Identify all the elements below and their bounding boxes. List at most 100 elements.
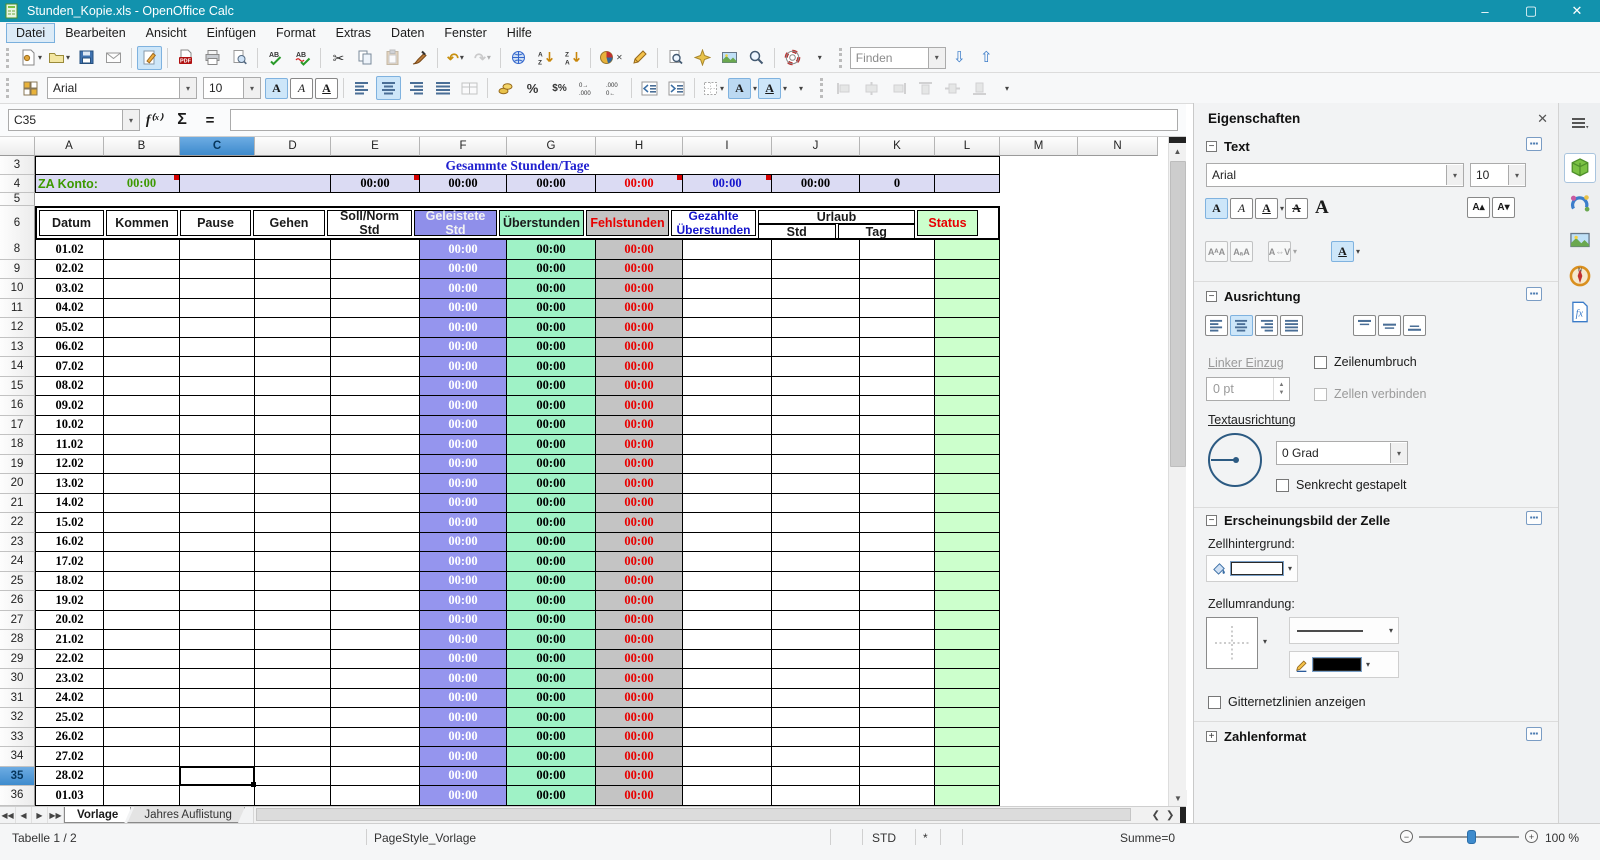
cell-A17[interactable]: 10.02 bbox=[35, 416, 104, 436]
header-gehen[interactable]: Gehen bbox=[253, 210, 325, 236]
toolbar-grip2[interactable] bbox=[6, 78, 13, 98]
cell-I11[interactable] bbox=[683, 299, 772, 319]
column-header-K[interactable]: K bbox=[860, 137, 935, 156]
horizontal-scroll-thumb[interactable] bbox=[256, 808, 1131, 821]
cell-I12[interactable] bbox=[683, 318, 772, 338]
cell-K19[interactable] bbox=[860, 455, 935, 475]
cell-L9[interactable] bbox=[935, 260, 1000, 280]
cell-D11[interactable] bbox=[255, 299, 331, 319]
menu-ansicht[interactable]: Ansicht bbox=[136, 23, 197, 43]
cell-I20[interactable] bbox=[683, 474, 772, 494]
cell-D20[interactable] bbox=[255, 474, 331, 494]
cell-I27[interactable] bbox=[683, 611, 772, 631]
function-wizard-button[interactable]: f⁽ˣ⁾ bbox=[141, 109, 167, 131]
row-header-30[interactable]: 30 bbox=[0, 669, 35, 689]
row-header-27[interactable]: 27 bbox=[0, 611, 35, 631]
cell-H21[interactable]: 00:00 bbox=[596, 494, 683, 514]
sidebar-align-left-button[interactable] bbox=[1205, 315, 1228, 336]
navigator-button[interactable] bbox=[690, 46, 715, 70]
alignment-dialog-launcher-icon[interactable]: ▪▪▪ bbox=[1526, 287, 1542, 301]
cell-B22[interactable] bbox=[104, 513, 180, 533]
cell-L16[interactable] bbox=[935, 396, 1000, 416]
cell-F30[interactable]: 00:00 bbox=[420, 669, 507, 689]
cell-H22[interactable]: 00:00 bbox=[596, 513, 683, 533]
row-header-35[interactable]: 35 bbox=[0, 767, 35, 787]
row-header-24[interactable]: 24 bbox=[0, 552, 35, 572]
auto-spellcheck-button[interactable]: AB bbox=[290, 46, 315, 70]
cell-A24[interactable]: 17.02 bbox=[35, 552, 104, 572]
cell-C24[interactable] bbox=[180, 552, 255, 572]
cell-K8[interactable] bbox=[860, 240, 935, 260]
border-line-style-button[interactable]: ▾ bbox=[1289, 617, 1399, 644]
cell-K18[interactable] bbox=[860, 435, 935, 455]
page-style-label[interactable]: PageStyle_Vorlage bbox=[374, 831, 476, 845]
row-header-13[interactable]: 13 bbox=[0, 338, 35, 358]
cell-E16[interactable] bbox=[331, 396, 420, 416]
menu-daten[interactable]: Daten bbox=[381, 23, 434, 43]
cell-D19[interactable] bbox=[255, 455, 331, 475]
cell-H12[interactable]: 00:00 bbox=[596, 318, 683, 338]
cell-G15[interactable]: 00:00 bbox=[507, 377, 596, 397]
cell-J18[interactable] bbox=[772, 435, 860, 455]
cell-J17[interactable] bbox=[772, 416, 860, 436]
cell-H13[interactable]: 00:00 bbox=[596, 338, 683, 358]
cell-H34[interactable]: 00:00 bbox=[596, 747, 683, 767]
menu-bearbeiten[interactable]: Bearbeiten bbox=[55, 23, 135, 43]
cell-K4[interactable]: 0 bbox=[860, 175, 935, 193]
object-align-center-button[interactable] bbox=[859, 76, 884, 100]
cell-I31[interactable] bbox=[683, 689, 772, 709]
header-geleistete-std[interactable]: GeleisteteStd bbox=[414, 210, 497, 236]
underline-button[interactable]: A bbox=[315, 78, 338, 99]
cell-background-color-button[interactable]: ▾ bbox=[1206, 555, 1298, 582]
cell-C10[interactable] bbox=[180, 279, 255, 299]
cell-L34[interactable] bbox=[935, 747, 1000, 767]
rotation-dial[interactable] bbox=[1208, 433, 1262, 487]
zoom-slider[interactable] bbox=[1419, 836, 1519, 838]
row-header-28[interactable]: 28 bbox=[0, 630, 35, 650]
header-urlaub-tag[interactable]: Tag bbox=[838, 224, 916, 240]
cell-H25[interactable]: 00:00 bbox=[596, 572, 683, 592]
cell-J20[interactable] bbox=[772, 474, 860, 494]
cell-E15[interactable] bbox=[331, 377, 420, 397]
cell-D14[interactable] bbox=[255, 357, 331, 377]
cell-E19[interactable] bbox=[331, 455, 420, 475]
header-soll-norm-std[interactable]: Soll/NormStd bbox=[327, 210, 412, 236]
cell-J23[interactable] bbox=[772, 533, 860, 553]
cell-E20[interactable] bbox=[331, 474, 420, 494]
cell-H14[interactable]: 00:00 bbox=[596, 357, 683, 377]
cell-H31[interactable]: 00:00 bbox=[596, 689, 683, 709]
cell-E33[interactable] bbox=[331, 728, 420, 748]
cell-K21[interactable] bbox=[860, 494, 935, 514]
cell-I30[interactable] bbox=[683, 669, 772, 689]
edit-mode-button[interactable] bbox=[137, 46, 162, 70]
next-sheet-button[interactable]: ▶ bbox=[32, 807, 48, 823]
cell-A16[interactable]: 09.02 bbox=[35, 396, 104, 416]
sidebar-menu-icon[interactable] bbox=[1564, 109, 1596, 139]
cell-E9[interactable] bbox=[331, 260, 420, 280]
cell-G10[interactable]: 00:00 bbox=[507, 279, 596, 299]
cell-H16[interactable]: 00:00 bbox=[596, 396, 683, 416]
sort-ascending-button[interactable]: AZ bbox=[533, 46, 558, 70]
cell-E31[interactable] bbox=[331, 689, 420, 709]
cell-K24[interactable] bbox=[860, 552, 935, 572]
border-line-color-button[interactable]: ▾ bbox=[1289, 651, 1399, 678]
align-bottom-button[interactable] bbox=[1403, 315, 1426, 336]
cell-L30[interactable] bbox=[935, 669, 1000, 689]
cell-A25[interactable]: 18.02 bbox=[35, 572, 104, 592]
row-header-20[interactable]: 20 bbox=[0, 474, 35, 494]
cell-C14[interactable] bbox=[180, 357, 255, 377]
cell-D21[interactable] bbox=[255, 494, 331, 514]
cell-H11[interactable]: 00:00 bbox=[596, 299, 683, 319]
cell-H19[interactable]: 00:00 bbox=[596, 455, 683, 475]
cell-K11[interactable] bbox=[860, 299, 935, 319]
cell-E23[interactable] bbox=[331, 533, 420, 553]
cell-J12[interactable] bbox=[772, 318, 860, 338]
cell-G30[interactable]: 00:00 bbox=[507, 669, 596, 689]
cell-D18[interactable] bbox=[255, 435, 331, 455]
row-header-34[interactable]: 34 bbox=[0, 747, 35, 767]
cell-G32[interactable]: 00:00 bbox=[507, 708, 596, 728]
sidebar-font-size-select[interactable]: 10▾ bbox=[1470, 163, 1526, 187]
undo-button[interactable]: ↶▾ bbox=[443, 46, 468, 70]
cell-J9[interactable] bbox=[772, 260, 860, 280]
cell-L12[interactable] bbox=[935, 318, 1000, 338]
